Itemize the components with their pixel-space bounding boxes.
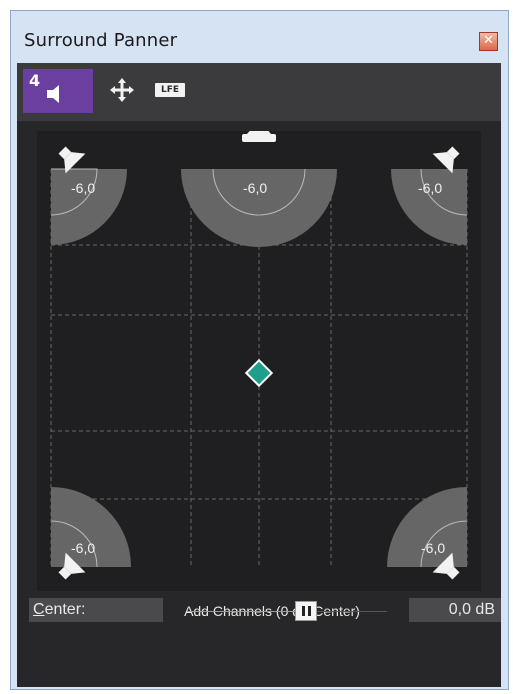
move-arrows-icon[interactable] xyxy=(109,77,135,103)
front-right-db-label: -6,0 xyxy=(418,180,442,196)
toolbar: 4 LFE xyxy=(17,63,501,121)
panner-panel: 4 LFE -6,0 -6,0 -6,0 -6,0 -6,0 Add Chann… xyxy=(17,63,501,687)
lfe-button[interactable]: LFE xyxy=(155,83,185,97)
center-speaker-icon xyxy=(242,131,276,142)
pan-position-handle[interactable] xyxy=(244,358,274,388)
rear-left-db-label: -6,0 xyxy=(71,540,95,556)
speaker-icon xyxy=(47,85,59,103)
pan-area[interactable]: -6,0 -6,0 -6,0 -6,0 -6,0 Add Channels (0… xyxy=(37,131,481,619)
front-right-speaker-icon xyxy=(432,146,460,174)
close-button[interactable]: ✕ xyxy=(479,32,498,51)
channel-mode-number: 4 xyxy=(29,71,41,90)
window-title: Surround Panner xyxy=(24,30,178,51)
center-db-label: -6,0 xyxy=(243,180,267,196)
title-bar[interactable]: Surround Panner ✕ xyxy=(11,11,508,63)
channel-mode-button[interactable]: 4 xyxy=(23,69,93,113)
front-left-db-label: -6,0 xyxy=(71,180,95,196)
surround-panner-window: Surround Panner ✕ 4 LFE -6,0 -6,0 -6,0 -… xyxy=(10,10,509,690)
pan-field: -6,0 -6,0 -6,0 -6,0 -6,0 xyxy=(50,131,468,580)
center-slider-thumb[interactable] xyxy=(295,601,317,621)
rear-right-db-label: -6,0 xyxy=(421,540,445,556)
center-control-row: Center: 0,0 dB xyxy=(17,598,501,624)
center-value[interactable]: 0,0 dB xyxy=(409,598,501,622)
center-label: Center: xyxy=(29,598,163,622)
center-slider-track-right[interactable] xyxy=(317,611,387,612)
front-left-speaker-icon xyxy=(58,146,86,174)
close-icon: ✕ xyxy=(483,33,494,48)
